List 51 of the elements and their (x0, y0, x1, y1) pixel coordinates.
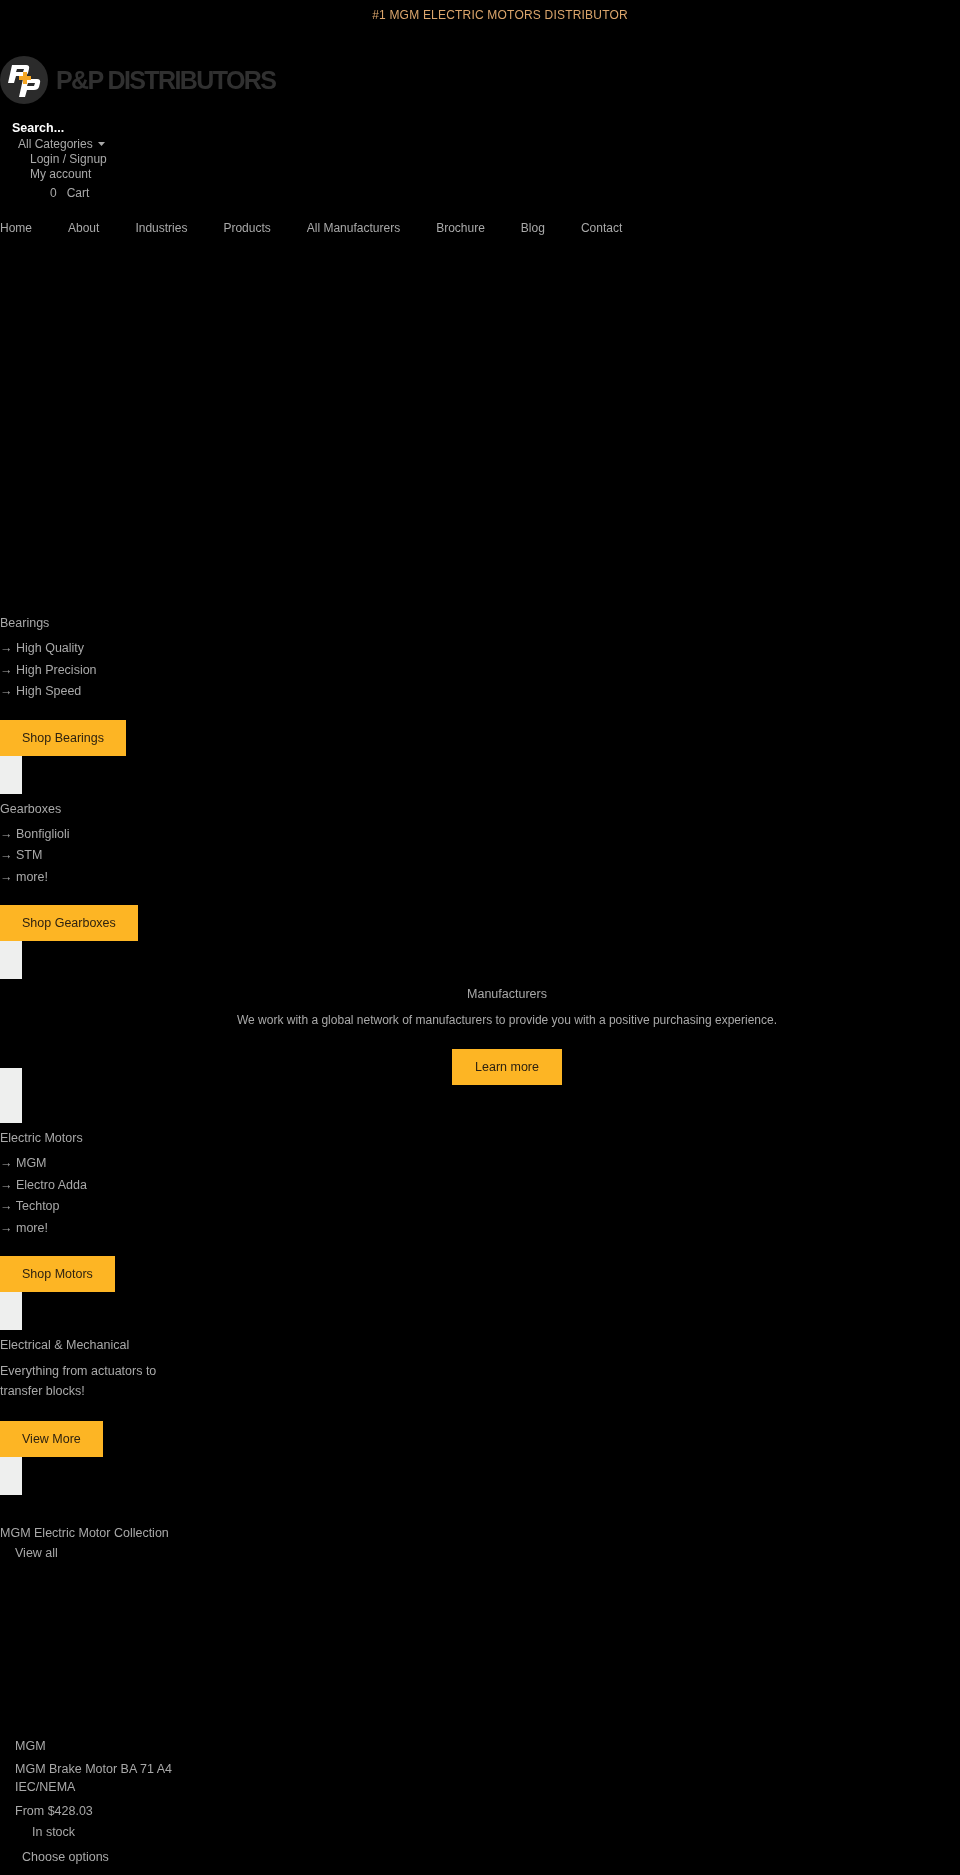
feature-item: → STM (0, 847, 43, 864)
image-placeholder (0, 1068, 22, 1123)
nav-link[interactable]: Brochure (436, 221, 485, 235)
feature-item: → High Speed (0, 683, 82, 700)
product-title[interactable]: MGM Brake Motor BA 71 A4 IEC/NEMA (15, 1760, 190, 1796)
feature-item: → more! (0, 868, 48, 886)
login-link[interactable]: Login / Signup (30, 152, 107, 166)
vendor-name: MGM (15, 1738, 46, 1754)
choose-options-button[interactable]: Choose options (22, 1850, 109, 1864)
shop-button[interactable]: Shop Bearings (0, 719, 126, 756)
search-field[interactable]: Search... (12, 120, 132, 136)
section-heading: Bearings (0, 615, 50, 631)
nav-link[interactable]: Blog (520, 221, 545, 235)
nav-link[interactable]: All Manufacturers (306, 221, 401, 235)
caret-icon (97, 142, 105, 146)
feature-item: → MGM (0, 1155, 47, 1172)
nav-link[interactable]: Products (223, 221, 271, 235)
section-heading: Manufacturers (467, 986, 547, 1002)
product-price: From $428.03 (15, 1803, 93, 1819)
section-description: Everything from actuators to transfer blocks! (0, 1363, 158, 1400)
feature-item: → High Precision (0, 661, 97, 679)
image-placeholder (0, 1292, 22, 1330)
cart-link[interactable]: Cart (66, 186, 90, 200)
cart-count: 0 (50, 186, 57, 200)
logo-icon[interactable] (0, 56, 48, 104)
category-dropdown[interactable]: All Categories (18, 137, 105, 151)
section-heading: Electrical & Mechanical (0, 1337, 130, 1353)
image-placeholder (0, 755, 22, 794)
section-heading: Gearboxes (0, 800, 62, 817)
shop-button[interactable]: View More (0, 1421, 103, 1457)
feature-item: → Bonfiglioli (0, 825, 70, 843)
announcement-text: #1 MGM ELECTRIC MOTORS DISTRIBUTOR (372, 8, 628, 22)
view-all-link[interactable]: View all (15, 1545, 58, 1561)
feature-item: → Techtop (0, 1198, 60, 1215)
shop-button[interactable]: Shop Motors (0, 1256, 115, 1292)
nav-link[interactable]: Home (0, 221, 32, 235)
collection-title: MGM Electric Motor Collection (0, 1525, 169, 1541)
stock-status: In stock (32, 1824, 76, 1840)
section-heading: Electric Motors (0, 1130, 83, 1146)
account-link[interactable]: My account (30, 167, 92, 181)
feature-item: → High Quality (0, 640, 85, 657)
image-placeholder (0, 941, 22, 979)
image-placeholder (0, 1457, 22, 1495)
learn-more-button[interactable]: Learn more (452, 1049, 562, 1085)
feature-item: → Electro Adda (0, 1176, 87, 1194)
feature-item: → more! (0, 1219, 48, 1237)
nav-link[interactable]: About (68, 221, 100, 235)
nav-link[interactable]: Industries (135, 221, 188, 235)
shop-button[interactable]: Shop Gearboxes (0, 905, 138, 941)
section-description: We work with a global network of manufacturers to provide you with a positive purchasing experience. (236, 1012, 778, 1028)
nav-link[interactable]: Contact (580, 221, 623, 235)
